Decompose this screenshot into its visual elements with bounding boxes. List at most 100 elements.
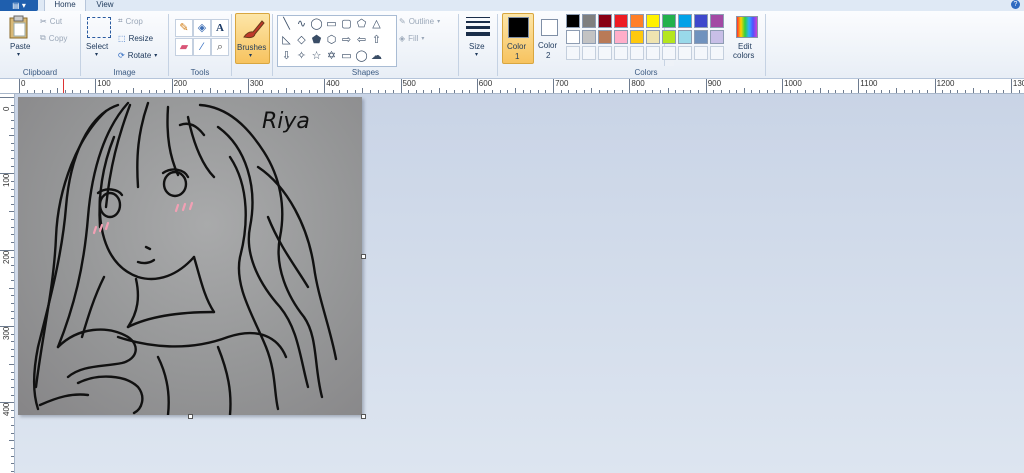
- line-shape-icon[interactable]: ╲: [279, 17, 294, 32]
- right-arrow-shape-icon[interactable]: ⇨: [339, 33, 354, 48]
- crop-button[interactable]: ⌗ Crop: [118, 14, 143, 28]
- ruler-minor-tick: [537, 90, 539, 93]
- ruler-minor-tick: [316, 90, 318, 93]
- rotate-button[interactable]: ⟳ Rotate ▾: [118, 48, 157, 62]
- palette-swatch[interactable]: [710, 14, 724, 28]
- palette-swatch[interactable]: [678, 14, 692, 28]
- hexagon-shape-icon[interactable]: ⬡: [324, 33, 339, 48]
- resize-button[interactable]: ⬚ Resize: [118, 31, 153, 45]
- drawing-canvas[interactable]: Riya: [18, 97, 362, 415]
- palette-swatch[interactable]: [678, 30, 692, 44]
- palette-swatch[interactable]: [694, 14, 708, 28]
- palette-empty-swatch[interactable]: [678, 46, 692, 60]
- text-tool-icon[interactable]: A: [211, 19, 229, 37]
- select-button[interactable]: Select: [86, 42, 108, 51]
- down-arrow-shape-icon[interactable]: ⇩: [279, 49, 294, 64]
- palette-swatch[interactable]: [646, 30, 660, 44]
- ruler-minor-tick: [835, 90, 837, 93]
- left-arrow-shape-icon[interactable]: ⇦: [354, 33, 369, 48]
- pencil-icon[interactable]: ✎: [175, 19, 193, 37]
- polygon-shape-icon[interactable]: ⬠: [354, 17, 369, 32]
- color1-button[interactable]: Color 1: [502, 13, 534, 64]
- triangle-shape-icon[interactable]: △: [369, 17, 384, 32]
- palette-swatch[interactable]: [630, 30, 644, 44]
- palette-empty-swatch[interactable]: [598, 46, 612, 60]
- rectangle-shape-icon[interactable]: ▭: [324, 17, 339, 32]
- paste-dropdown-icon[interactable]: ▾: [17, 51, 20, 58]
- palette-swatch[interactable]: [566, 14, 580, 28]
- size-button[interactable]: Size: [469, 42, 485, 51]
- palette-swatch[interactable]: [566, 30, 580, 44]
- curve-shape-icon[interactable]: ∿: [294, 17, 309, 32]
- shapes-gallery: ╲ ∿ ◯ ▭ ▢ ⬠ △ ◺ ◇ ⬟ ⬡ ⇨ ⇦ ⇧ ⇩ ✧ ☆ ✡ ▭ ◯ …: [277, 15, 674, 67]
- palette-swatch[interactable]: [662, 30, 676, 44]
- copy-button[interactable]: ⧉ Copy: [40, 31, 67, 45]
- brushes-button[interactable]: Brushes ▾: [235, 13, 270, 64]
- palette-swatch[interactable]: [662, 14, 676, 28]
- palette-swatch[interactable]: [694, 30, 708, 44]
- palette-empty-swatch[interactable]: [694, 46, 708, 60]
- ruler-minor-tick: [9, 364, 14, 366]
- palette-swatch[interactable]: [614, 30, 628, 44]
- ruler-minor-tick: [591, 88, 593, 93]
- line-size-icon[interactable]: [466, 17, 490, 36]
- four-point-star-shape-icon[interactable]: ✧: [294, 49, 309, 64]
- palette-swatch[interactable]: [598, 30, 612, 44]
- group-size: Size ▾: [460, 11, 496, 78]
- palette-swatch[interactable]: [582, 30, 596, 44]
- palette-empty-swatch[interactable]: [582, 46, 596, 60]
- ruler-minor-tick: [293, 90, 295, 93]
- resize-handle-corner[interactable]: [361, 414, 366, 419]
- size-dropdown-icon[interactable]: ▾: [475, 51, 478, 58]
- cloud-callout-shape-icon[interactable]: ☁: [369, 49, 384, 64]
- eraser-icon[interactable]: ▰: [175, 38, 193, 56]
- palette-swatch[interactable]: [614, 14, 628, 28]
- oval-callout-shape-icon[interactable]: ◯: [354, 49, 369, 64]
- palette-empty-swatch[interactable]: [566, 46, 580, 60]
- help-icon[interactable]: ?: [1011, 0, 1020, 9]
- up-arrow-shape-icon[interactable]: ⇧: [369, 33, 384, 48]
- palette-empty-swatch[interactable]: [662, 46, 676, 60]
- paste-button[interactable]: [8, 15, 30, 41]
- edit-colors-button[interactable]: Edit colors: [732, 14, 762, 66]
- cut-button[interactable]: ✂ Cut: [40, 14, 62, 28]
- fill-bucket-icon[interactable]: ◈: [193, 19, 211, 37]
- ruler-minor-tick: [530, 90, 532, 93]
- palette-swatch[interactable]: [598, 14, 612, 28]
- oval-shape-icon[interactable]: ◯: [309, 17, 324, 32]
- ruler-minor-tick: [919, 90, 921, 93]
- rounded-rectangle-shape-icon[interactable]: ▢: [339, 17, 354, 32]
- select-dropdown-icon[interactable]: ▾: [95, 51, 98, 58]
- palette-empty-swatch[interactable]: [630, 46, 644, 60]
- palette-swatch[interactable]: [582, 14, 596, 28]
- palette-swatch[interactable]: [710, 30, 724, 44]
- fill-button[interactable]: ◈ Fill ▾: [399, 31, 424, 45]
- ruler-minor-tick: [225, 90, 226, 93]
- ruler-minor-tick: [637, 90, 639, 93]
- palette-empty-swatch[interactable]: [710, 46, 724, 60]
- ruler-minor-tick: [110, 90, 112, 93]
- palette-empty-swatch[interactable]: [614, 46, 628, 60]
- resize-handle-right[interactable]: [361, 254, 366, 259]
- tab-view[interactable]: View: [88, 0, 122, 11]
- color2-button[interactable]: Color 2: [536, 13, 564, 62]
- outline-button[interactable]: ✎ Outline ▾: [399, 14, 440, 28]
- select-icon[interactable]: [87, 17, 111, 38]
- ruler-minor-tick: [163, 90, 165, 93]
- ruler-minor-tick: [11, 409, 14, 411]
- rounded-callout-shape-icon[interactable]: ▭: [339, 49, 354, 64]
- ruler-minor-tick: [194, 90, 196, 93]
- palette-swatch[interactable]: [630, 14, 644, 28]
- six-point-star-shape-icon[interactable]: ✡: [324, 49, 339, 64]
- pentagon-shape-icon[interactable]: ⬟: [309, 33, 324, 48]
- palette-swatch[interactable]: [646, 14, 660, 28]
- ruler-major-tick: [19, 79, 20, 93]
- resize-handle-bottom[interactable]: [188, 414, 193, 419]
- palette-empty-swatch[interactable]: [646, 46, 660, 60]
- five-point-star-shape-icon[interactable]: ☆: [309, 49, 324, 64]
- diamond-shape-icon[interactable]: ◇: [294, 33, 309, 48]
- magnifier-icon[interactable]: ⌕: [211, 38, 229, 56]
- file-menu-button[interactable]: ▤ ▾: [0, 0, 38, 11]
- color-picker-icon[interactable]: ⁄: [193, 38, 211, 56]
- right-triangle-shape-icon[interactable]: ◺: [279, 33, 294, 48]
